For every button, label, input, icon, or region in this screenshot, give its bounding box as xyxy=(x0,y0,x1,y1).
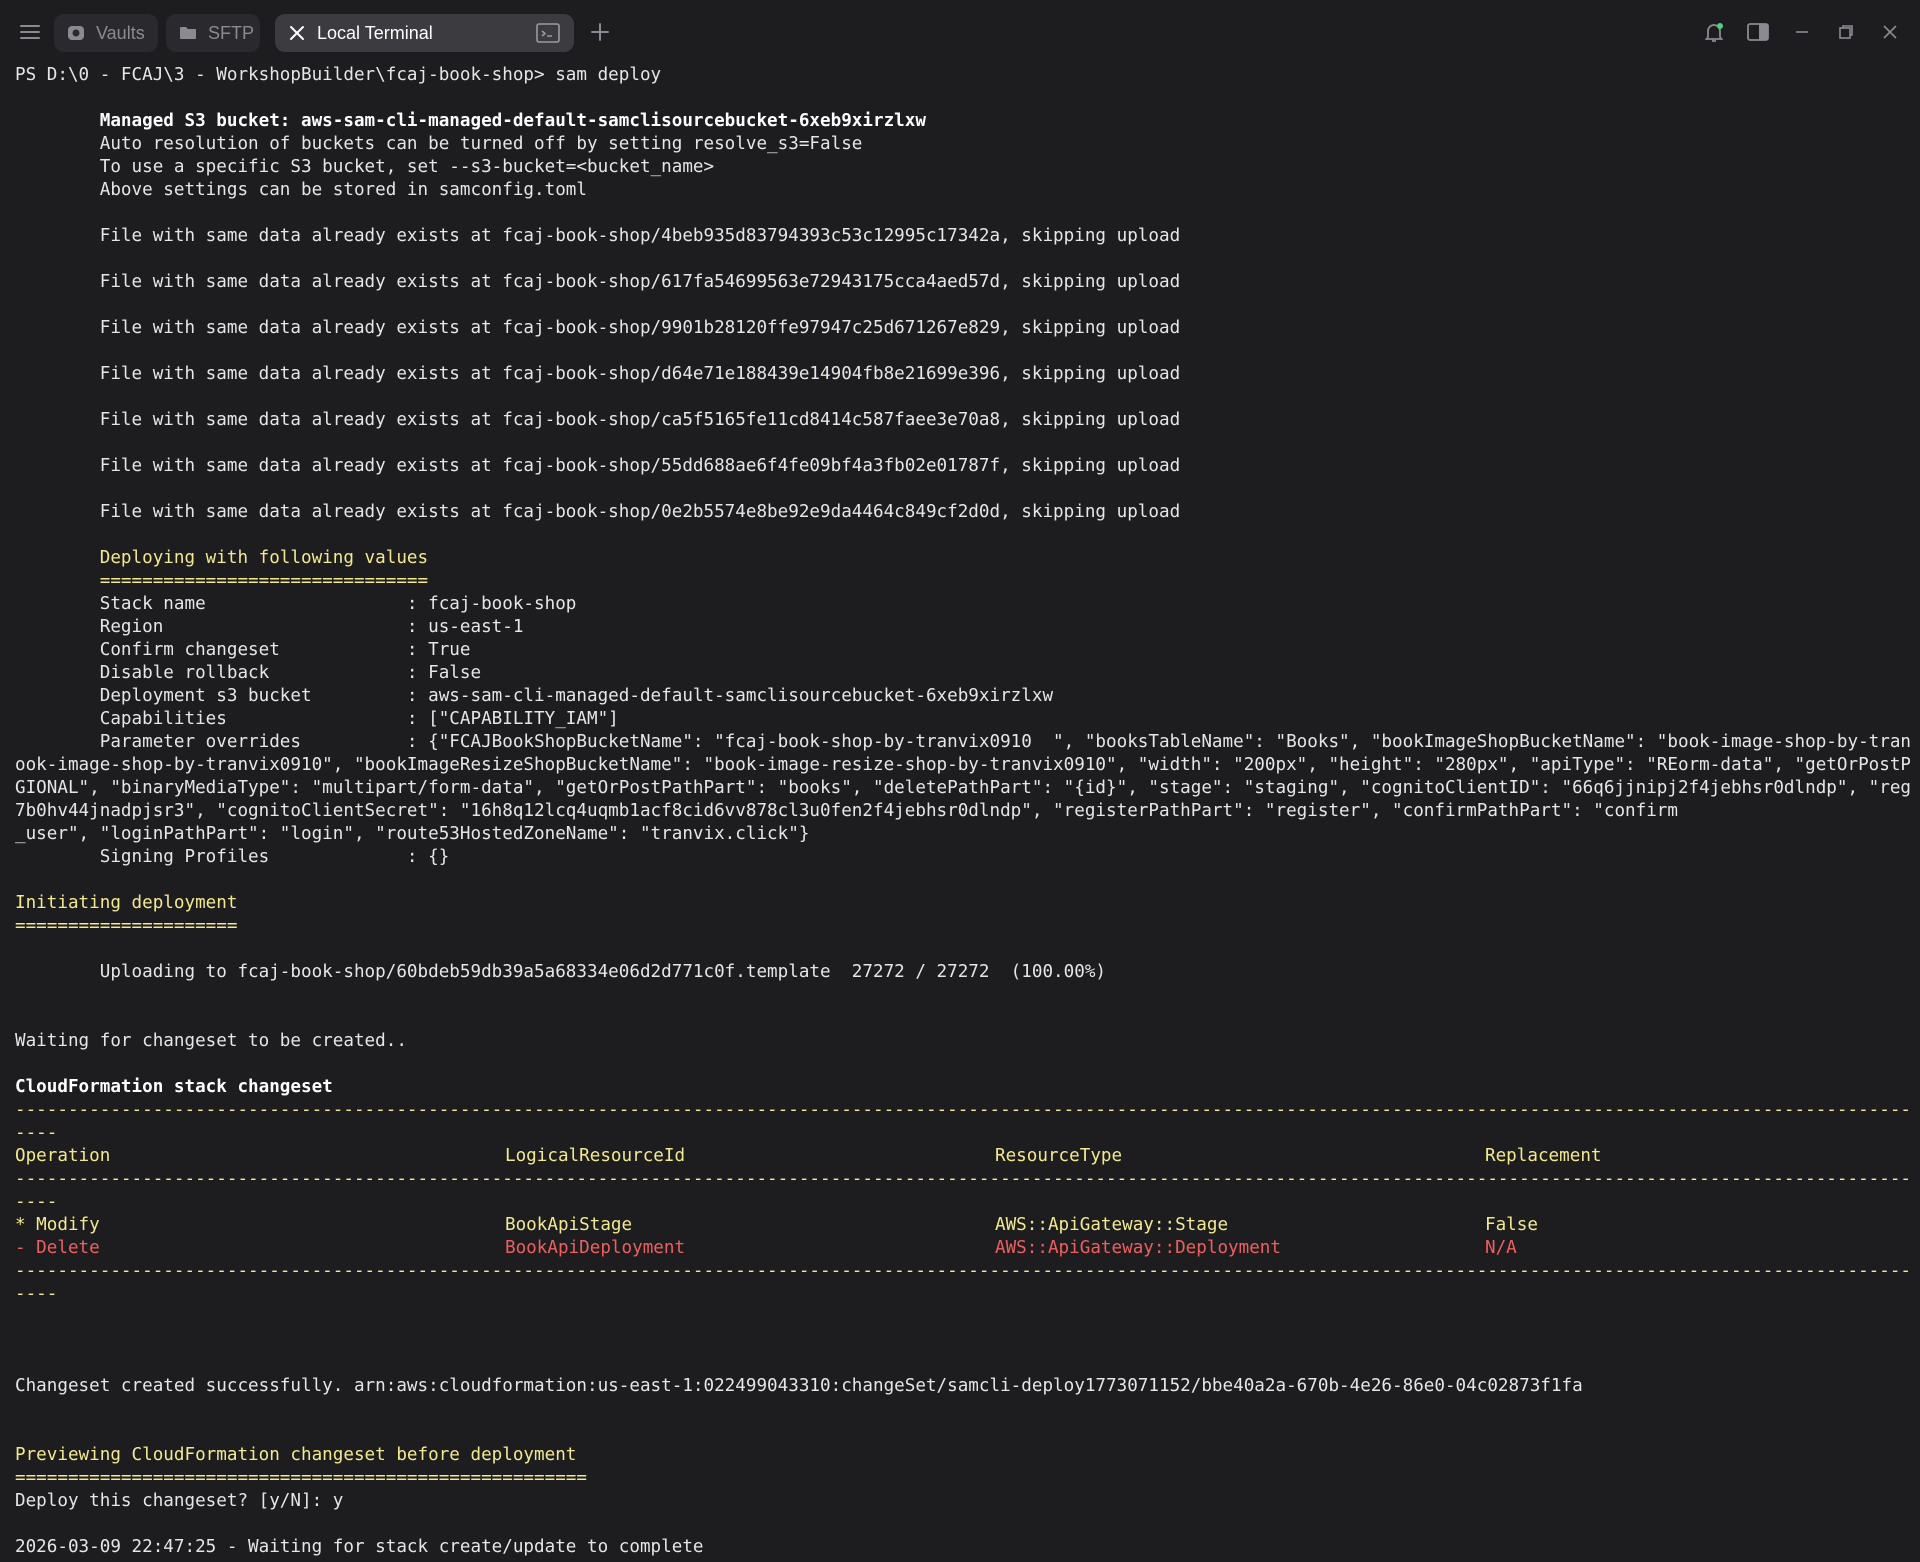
row-resource-type: AWS::ApiGateway::Deployment xyxy=(995,1238,1281,1258)
file-skip-line: File with same data already exists at fc… xyxy=(15,456,1181,476)
file-skip-line: File with same data already exists at fc… xyxy=(15,226,1181,246)
plus-icon[interactable] xyxy=(588,20,612,44)
stack-name-line: Stack name : fcaj-book-shop xyxy=(15,594,577,614)
output-line: Auto resolution of buckets can be turned… xyxy=(15,134,863,154)
tab-vaults-label: Vaults xyxy=(96,22,145,43)
row-operation: * Modify xyxy=(15,1215,100,1235)
table-rule: ----------------------------------------… xyxy=(15,1100,1910,1120)
close-icon[interactable] xyxy=(287,23,307,43)
output-line: Above settings can be stored in samconfi… xyxy=(15,180,587,200)
row-resource-type: AWS::ApiGateway::Stage xyxy=(995,1215,1229,1235)
header-logical-resource-id: LogicalResourceId xyxy=(505,1146,686,1166)
deploying-title: Deploying with following values xyxy=(15,548,429,568)
deploy-prompt-line: Deploy this changeset? [y/N]: y xyxy=(15,1491,344,1511)
changeset-created-line: Changeset created successfully. arn:aws:… xyxy=(15,1376,1583,1396)
deploying-rule: =============================== xyxy=(15,571,429,591)
file-skip-line: File with same data already exists at fc… xyxy=(15,502,1181,522)
tab-vaults[interactable]: Vaults xyxy=(54,14,158,52)
header-replacement: Replacement xyxy=(1485,1146,1602,1166)
previewing-title: Previewing CloudFormation changeset befo… xyxy=(15,1445,577,1465)
header-operation: Operation xyxy=(15,1146,111,1166)
table-row: - Delete BookApiDeployment AWS::ApiGatew… xyxy=(15,1237,1910,1260)
previewing-rule: ========================================… xyxy=(15,1468,587,1488)
restore-icon[interactable] xyxy=(1834,20,1858,44)
table-row: * Modify BookApiStage AWS::ApiGateway::S… xyxy=(15,1214,1910,1237)
sidebar-icon[interactable] xyxy=(1746,20,1770,44)
table-rule: ----------------------------------------… xyxy=(15,1169,1910,1189)
table-header: Operation LogicalResourceId ResourceType… xyxy=(15,1145,1910,1168)
table-rule: ----------------------------------------… xyxy=(15,1261,1910,1281)
table-rule: ---- xyxy=(15,1123,58,1143)
initiating-title: Initiating deployment xyxy=(15,893,238,913)
confirm-changeset-line: Confirm changeset : True xyxy=(15,640,471,660)
waiting-changeset-line: Waiting for changeset to be created.. xyxy=(15,1031,407,1051)
parameter-overrides-line: ook-image-shop-by-tranvix0910", "bookIma… xyxy=(15,755,1910,775)
parameter-overrides-line: GIONAL", "binaryMediaType": "multipart/f… xyxy=(15,778,1910,798)
tab-local-terminal-label: Local Terminal xyxy=(317,22,433,43)
title-bar: Vaults SFTP Local Terminal xyxy=(0,0,1920,64)
parameter-overrides-line: _user", "loginPathPart": "login", "route… xyxy=(15,824,810,844)
minimize-icon[interactable] xyxy=(1790,20,1814,44)
deployment-bucket-line: Deployment s3 bucket : aws-sam-cli-manag… xyxy=(15,686,1054,706)
row-replacement: False xyxy=(1485,1215,1538,1235)
row-logical-resource-id: BookApiStage xyxy=(505,1215,633,1235)
prompt-line: PS D:\0 - FCAJ\3 - WorkshopBuilder\fcaj-… xyxy=(15,65,662,85)
window-close-icon[interactable] xyxy=(1878,20,1902,44)
s3-bucket-line: Managed S3 bucket: aws-sam-cli-managed-d… xyxy=(15,111,926,131)
folder-icon xyxy=(178,23,198,43)
signing-profiles-line: Signing Profiles : {} xyxy=(15,847,450,867)
initiating-rule: ===================== xyxy=(15,916,238,936)
waiting-stack-line: 2026-03-09 22:47:25 - Waiting for stack … xyxy=(15,1537,704,1557)
parameter-overrides-line: 7b0hv44jnadpjsr3", "cognitoClientSecret"… xyxy=(15,801,1678,821)
row-replacement: N/A xyxy=(1485,1238,1517,1258)
file-skip-line: File with same data already exists at fc… xyxy=(15,410,1181,430)
output-line: To use a specific S3 bucket, set --s3-bu… xyxy=(15,157,715,177)
capabilities-line: Capabilities : ["CAPABILITY_IAM"] xyxy=(15,709,619,729)
terminal-output[interactable]: PS D:\0 - FCAJ\3 - WorkshopBuilder\fcaj-… xyxy=(15,64,1910,1562)
terminal-icon xyxy=(536,22,560,49)
tab-local-terminal[interactable]: Local Terminal xyxy=(275,14,574,52)
tab-sftp-label: SFTP xyxy=(208,22,255,43)
vaults-icon xyxy=(66,23,86,43)
table-rule: ---- xyxy=(15,1284,58,1304)
file-skip-line: File with same data already exists at fc… xyxy=(15,364,1181,384)
tab-sftp[interactable]: SFTP xyxy=(166,14,260,52)
cloudformation-title: CloudFormation stack changeset xyxy=(15,1077,333,1097)
row-logical-resource-id: BookApiDeployment xyxy=(505,1238,686,1258)
region-line: Region : us-east-1 xyxy=(15,617,524,637)
file-skip-line: File with same data already exists at fc… xyxy=(15,318,1181,338)
menu-icon[interactable] xyxy=(18,20,42,44)
header-resource-type: ResourceType xyxy=(995,1146,1123,1166)
uploading-line: Uploading to fcaj-book-shop/60bdeb59db39… xyxy=(15,962,1107,982)
file-skip-line: File with same data already exists at fc… xyxy=(15,272,1181,292)
bell-icon[interactable] xyxy=(1702,20,1726,44)
row-operation: - Delete xyxy=(15,1238,100,1258)
disable-rollback-line: Disable rollback : False xyxy=(15,663,482,683)
parameter-overrides-line: Parameter overrides : {"FCAJBookShopBuck… xyxy=(15,732,1910,752)
table-rule: ---- xyxy=(15,1192,58,1212)
